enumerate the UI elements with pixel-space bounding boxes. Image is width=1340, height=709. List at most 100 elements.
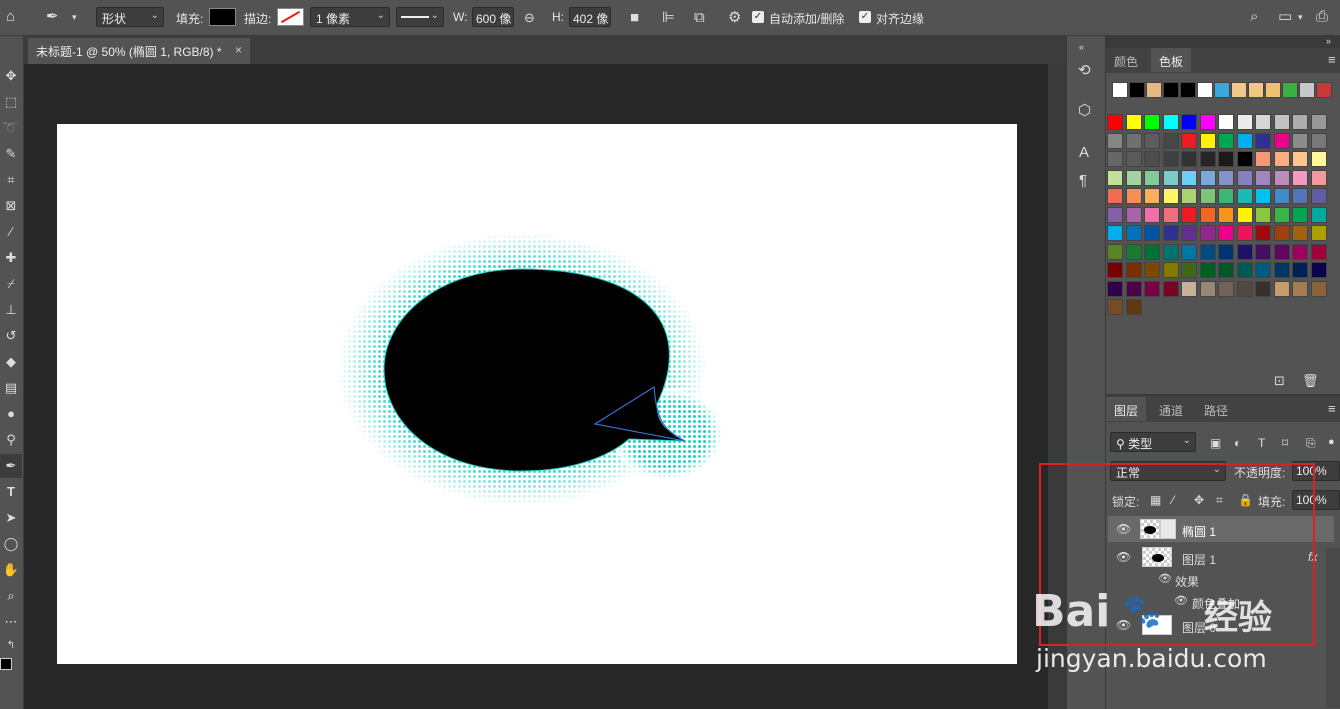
swatch[interactable] [1218, 151, 1234, 167]
tab-paths[interactable]: 路径 [1196, 397, 1236, 421]
marquee-tool-icon[interactable]: ⬚ [0, 90, 22, 114]
swatch[interactable] [1218, 114, 1234, 130]
swatch[interactable] [1236, 206, 1253, 223]
swatch[interactable] [1144, 206, 1160, 223]
recent-swatch[interactable] [1163, 82, 1179, 98]
swatch[interactable] [1125, 280, 1142, 297]
home-icon[interactable]: ⌂ [6, 8, 15, 26]
swatch[interactable] [1199, 169, 1216, 186]
swatch[interactable] [1199, 225, 1216, 241]
swatch[interactable] [1125, 132, 1142, 149]
swatch[interactable] [1107, 262, 1123, 278]
swatch[interactable] [1218, 243, 1234, 260]
swatch[interactable] [1199, 114, 1216, 130]
gear-icon[interactable]: ⚙ [728, 9, 741, 27]
layer-filter-select[interactable]: ⚲ 类型 ⌄ [1110, 432, 1196, 452]
swatch[interactable] [1181, 280, 1197, 297]
swatch[interactable] [1144, 225, 1160, 241]
swatch[interactable] [1199, 206, 1216, 223]
tool-mode-select[interactable]: 形状 ⌄ [96, 7, 164, 27]
zoom-tool-icon[interactable]: ⌕ [0, 584, 22, 608]
quick-select-tool-icon[interactable]: ✎ [0, 142, 22, 166]
swatch[interactable] [1273, 225, 1290, 241]
swatch[interactable] [1273, 114, 1290, 130]
recent-swatch[interactable] [1282, 82, 1298, 98]
swatch[interactable] [1162, 243, 1179, 260]
more-tools-icon[interactable]: ⋯ [0, 610, 22, 634]
swatch[interactable] [1162, 225, 1179, 241]
swatch[interactable] [1218, 169, 1234, 186]
swatch[interactable] [1181, 114, 1197, 130]
eraser-tool-icon[interactable]: ◆ [0, 350, 22, 374]
type-filter-icon[interactable]: T [1258, 434, 1265, 452]
swatch[interactable] [1107, 169, 1123, 186]
swap-colors-icon[interactable]: ↰ [0, 634, 22, 658]
swatch[interactable] [1162, 280, 1179, 297]
swatch[interactable] [1292, 243, 1308, 260]
recent-swatch[interactable] [1214, 82, 1230, 98]
panel-menu-icon[interactable]: ≡ [1328, 400, 1336, 418]
swatch[interactable] [1181, 225, 1197, 241]
tab-channels[interactable]: 通道 [1151, 397, 1191, 421]
auto-add-delete-checkbox[interactable]: ✓ [752, 11, 764, 23]
eyedropper-tool-icon[interactable]: ⁄ [0, 220, 22, 244]
smart-object-filter-icon[interactable]: ⎘ [1306, 434, 1316, 452]
swatch[interactable] [1255, 169, 1271, 186]
swatch[interactable] [1144, 262, 1160, 278]
tab-layers[interactable]: 图层 [1106, 397, 1147, 421]
recent-swatch[interactable] [1112, 82, 1128, 98]
swatch[interactable] [1144, 169, 1160, 186]
shape-filter-icon[interactable]: ⌑ [1282, 434, 1288, 452]
swatch[interactable] [1310, 169, 1327, 186]
align-edges-checkbox[interactable]: ✓ [859, 11, 871, 23]
swatch[interactable] [1218, 262, 1234, 278]
path-selection-tool-icon[interactable]: ➤ [0, 506, 22, 530]
swatch[interactable] [1144, 114, 1160, 130]
swatch[interactable] [1292, 225, 1308, 241]
swatch[interactable] [1162, 151, 1179, 167]
hand-tool-icon[interactable]: ✋ [0, 558, 22, 582]
height-input[interactable]: 402 像 [569, 7, 611, 27]
path-alignment-icon[interactable]: ⊫ [662, 9, 675, 27]
swatch[interactable] [1292, 262, 1308, 278]
swatch[interactable] [1255, 225, 1271, 241]
swatch[interactable] [1107, 280, 1123, 297]
swatch[interactable] [1273, 132, 1290, 149]
swatch[interactable] [1292, 132, 1308, 149]
swatch[interactable] [1181, 262, 1197, 278]
chevron-down-icon[interactable]: ▾ [72, 8, 77, 26]
swatch[interactable] [1181, 151, 1197, 167]
history-panel-icon[interactable]: ⟲ [1078, 62, 1091, 80]
pen-tool-icon[interactable]: ✒ [46, 8, 59, 26]
panel-menu-icon[interactable]: ≡ [1328, 51, 1336, 69]
chevron-down-icon[interactable]: ▾ [1298, 8, 1303, 26]
swatch[interactable] [1255, 243, 1271, 260]
swatch[interactable] [1310, 206, 1327, 223]
recent-swatch[interactable] [1180, 82, 1196, 98]
swatch[interactable] [1255, 280, 1271, 297]
swatch[interactable] [1181, 206, 1197, 223]
adjustment-filter-icon[interactable]: ◐ [1234, 434, 1241, 452]
swatch[interactable] [1292, 206, 1308, 223]
collapse-icon[interactable]: « [1079, 38, 1084, 56]
clone-stamp-tool-icon[interactable]: ⊥ [0, 298, 22, 322]
fill-color-swatch[interactable] [209, 8, 236, 26]
recent-swatch[interactable] [1231, 82, 1247, 98]
swatch[interactable] [1162, 114, 1179, 130]
swatch[interactable] [1273, 280, 1290, 297]
swatch[interactable] [1273, 169, 1290, 186]
swatch[interactable] [1125, 114, 1142, 130]
swatch[interactable] [1236, 225, 1253, 241]
brush-tool-icon[interactable]: ⌿ [0, 272, 22, 296]
swatch[interactable] [1218, 132, 1234, 149]
swatch[interactable] [1199, 132, 1216, 149]
paragraph-panel-icon[interactable]: ¶ [1079, 172, 1087, 190]
search-icon[interactable]: ⌕ [1250, 8, 1258, 26]
path-operations-icon[interactable]: ■ [630, 9, 639, 27]
swatch[interactable] [1292, 280, 1308, 297]
swatch[interactable] [1107, 243, 1123, 260]
swatch[interactable] [1144, 188, 1160, 204]
swatch[interactable] [1162, 206, 1179, 223]
layers-scrollbar[interactable] [1326, 548, 1340, 708]
swatch[interactable] [1144, 280, 1160, 297]
